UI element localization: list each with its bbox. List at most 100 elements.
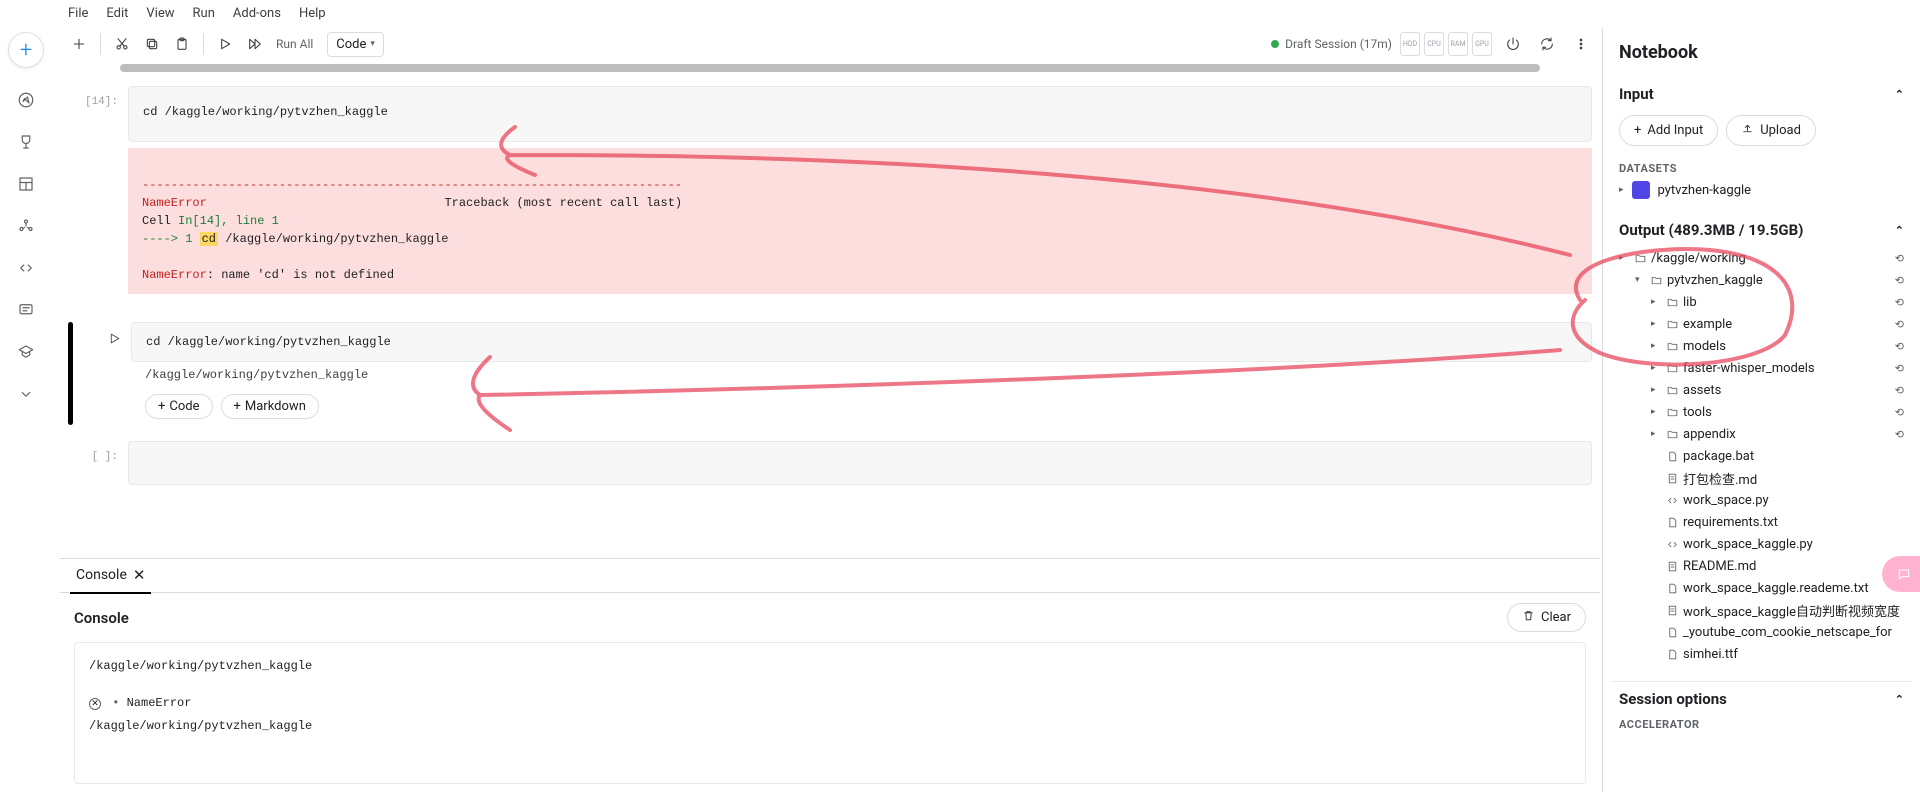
refresh-icon[interactable]: ⟲ bbox=[1895, 428, 1904, 441]
tree-row[interactable]: README.md bbox=[1619, 555, 1904, 577]
tree-row[interactable]: ▸models⟲ bbox=[1619, 335, 1904, 357]
tree-label: tools bbox=[1683, 405, 1891, 420]
more-menu-button[interactable] bbox=[1568, 31, 1594, 57]
session-options-header[interactable]: Session options ⌃ bbox=[1619, 690, 1904, 708]
tree-row[interactable]: ▸example⟲ bbox=[1619, 313, 1904, 335]
console-output[interactable]: /kaggle/working/pytvzhen_kaggle ✕ • Name… bbox=[74, 642, 1586, 784]
tree-row[interactable]: package.bat bbox=[1619, 445, 1904, 467]
tree-row[interactable]: ▾pytvzhen_kaggle⟲ bbox=[1619, 269, 1904, 291]
tree-chevron-icon: ▸ bbox=[1651, 297, 1661, 307]
upload-button[interactable]: Upload bbox=[1726, 115, 1816, 146]
code-input[interactable]: cd /kaggle/working/pytvzhen_kaggle bbox=[131, 322, 1592, 362]
model-icon[interactable] bbox=[16, 216, 36, 236]
refresh-icon[interactable]: ⟲ bbox=[1895, 318, 1904, 331]
add-cell-buttons: +Code +Markdown bbox=[131, 388, 1592, 425]
tree-label: models bbox=[1683, 339, 1891, 354]
tree-label: package.bat bbox=[1683, 449, 1904, 464]
learn-icon[interactable] bbox=[16, 342, 36, 362]
status-dot-icon bbox=[1271, 40, 1279, 48]
refresh-icon[interactable]: ⟲ bbox=[1895, 274, 1904, 287]
upload-icon bbox=[1741, 122, 1754, 139]
compass-icon[interactable] bbox=[16, 90, 36, 110]
tree-label: assets bbox=[1683, 383, 1891, 398]
refresh-icon[interactable]: ⟲ bbox=[1895, 296, 1904, 309]
add-input-button[interactable]: +Add Input bbox=[1619, 115, 1718, 146]
power-button[interactable] bbox=[1500, 31, 1526, 57]
tree-label: pytvzhen_kaggle bbox=[1667, 273, 1891, 288]
chevron-up-icon: ⌃ bbox=[1895, 88, 1904, 101]
more-chevron-icon[interactable] bbox=[16, 384, 36, 404]
tree-row[interactable]: work_space_kaggle.py bbox=[1619, 533, 1904, 555]
code-icon[interactable] bbox=[16, 258, 36, 278]
code-input[interactable] bbox=[128, 441, 1592, 485]
tree-row[interactable]: ▸/kaggle/working⟲ bbox=[1619, 247, 1904, 269]
table-icon[interactable] bbox=[16, 174, 36, 194]
clear-button[interactable]: Clear bbox=[1507, 603, 1586, 632]
cut-button[interactable] bbox=[109, 31, 135, 57]
cell-output: /kaggle/working/pytvzhen_kaggle bbox=[131, 362, 1592, 388]
console-line: /kaggle/working/pytvzhen_kaggle bbox=[89, 655, 1571, 678]
tree-row[interactable]: ▸tools⟲ bbox=[1619, 401, 1904, 423]
code-icon bbox=[1665, 494, 1679, 507]
tree-label: lib bbox=[1683, 295, 1891, 310]
console-line: /kaggle/working/pytvzhen_kaggle bbox=[89, 715, 1571, 738]
close-icon[interactable]: ✕ bbox=[133, 566, 146, 584]
doc-icon bbox=[1665, 472, 1679, 485]
run-all-button[interactable]: Run All bbox=[272, 37, 317, 51]
chat-bubble-button[interactable] bbox=[1882, 556, 1920, 592]
refresh-icon[interactable]: ⟲ bbox=[1895, 252, 1904, 265]
create-button[interactable]: + bbox=[8, 32, 44, 68]
run-cell-button[interactable] bbox=[212, 31, 238, 57]
tree-chevron-icon: ▸ bbox=[1619, 253, 1629, 263]
cell-type-dropdown[interactable]: Code ▾ bbox=[327, 32, 384, 57]
copy-button[interactable] bbox=[139, 31, 165, 57]
file-icon bbox=[1665, 582, 1679, 595]
refresh-icon[interactable]: ⟲ bbox=[1895, 384, 1904, 397]
tree-row[interactable]: work_space_kaggle.reademe.txt bbox=[1619, 577, 1904, 599]
refresh-icon[interactable]: ⟲ bbox=[1895, 406, 1904, 419]
fast-forward-button[interactable] bbox=[242, 31, 268, 57]
console-tab[interactable]: Console ✕ bbox=[70, 558, 151, 594]
tree-row[interactable]: ▸appendix⟲ bbox=[1619, 423, 1904, 445]
tree-row[interactable]: work_space_kaggle自动判断视频宽度 bbox=[1619, 599, 1904, 621]
tree-row[interactable]: ▸faster-whisper_models⟲ bbox=[1619, 357, 1904, 379]
tree-row[interactable]: _youtube_com_cookie_netscape_for bbox=[1619, 621, 1904, 643]
output-section-header[interactable]: Output (489.3MB / 19.5GB) ⌃ bbox=[1619, 221, 1904, 239]
menu-help[interactable]: Help bbox=[299, 6, 326, 21]
restart-button[interactable] bbox=[1534, 31, 1560, 57]
session-status[interactable]: Draft Session (17m) bbox=[1271, 37, 1392, 51]
add-code-button[interactable]: +Code bbox=[145, 394, 213, 419]
tree-row[interactable]: ▸ lib ⟲ bbox=[1619, 291, 1904, 313]
menu-file[interactable]: File bbox=[68, 6, 88, 21]
refresh-icon[interactable]: ⟲ bbox=[1895, 362, 1904, 375]
cell-14: [14]: cd /kaggle/working/pytvzhen_kaggle… bbox=[60, 86, 1600, 302]
tree-row[interactable]: 打包检查.md bbox=[1619, 467, 1904, 489]
chevron-down-icon: ▾ bbox=[370, 39, 375, 49]
dataset-icon bbox=[1632, 181, 1650, 199]
code-input[interactable]: cd /kaggle/working/pytvzhen_kaggle bbox=[128, 86, 1592, 142]
input-section-header[interactable]: Input ⌃ bbox=[1619, 85, 1904, 103]
tree-row[interactable]: simhei.ttf bbox=[1619, 643, 1904, 665]
tree-row[interactable]: requirements.txt bbox=[1619, 511, 1904, 533]
menu-addons[interactable]: Add-ons bbox=[233, 6, 281, 21]
tree-row[interactable]: work_space.py bbox=[1619, 489, 1904, 511]
cell-run-button[interactable] bbox=[77, 322, 131, 425]
menu-view[interactable]: View bbox=[146, 6, 174, 21]
add-cell-button[interactable] bbox=[66, 31, 92, 57]
trophy-icon[interactable] bbox=[16, 132, 36, 152]
tree-chevron-icon: ▸ bbox=[1651, 319, 1661, 329]
chevron-up-icon: ⌃ bbox=[1895, 693, 1904, 706]
tree-row[interactable]: ▸assets⟲ bbox=[1619, 379, 1904, 401]
tree-label: work_space_kaggle.py bbox=[1683, 537, 1904, 552]
paste-button[interactable] bbox=[169, 31, 195, 57]
discussion-icon[interactable] bbox=[16, 300, 36, 320]
dataset-row[interactable]: ▸ pytvzhen-kaggle bbox=[1619, 175, 1904, 205]
console-title: Console bbox=[74, 609, 129, 627]
refresh-icon[interactable]: ⟲ bbox=[1895, 340, 1904, 353]
code-icon bbox=[1665, 538, 1679, 551]
menu-edit[interactable]: Edit bbox=[106, 6, 128, 21]
add-markdown-button[interactable]: +Markdown bbox=[221, 394, 319, 419]
horizontal-scrollbar[interactable] bbox=[120, 64, 1540, 72]
menu-run[interactable]: Run bbox=[193, 6, 215, 21]
cell-active: cd /kaggle/working/pytvzhen_kaggle /kagg… bbox=[60, 322, 1600, 433]
